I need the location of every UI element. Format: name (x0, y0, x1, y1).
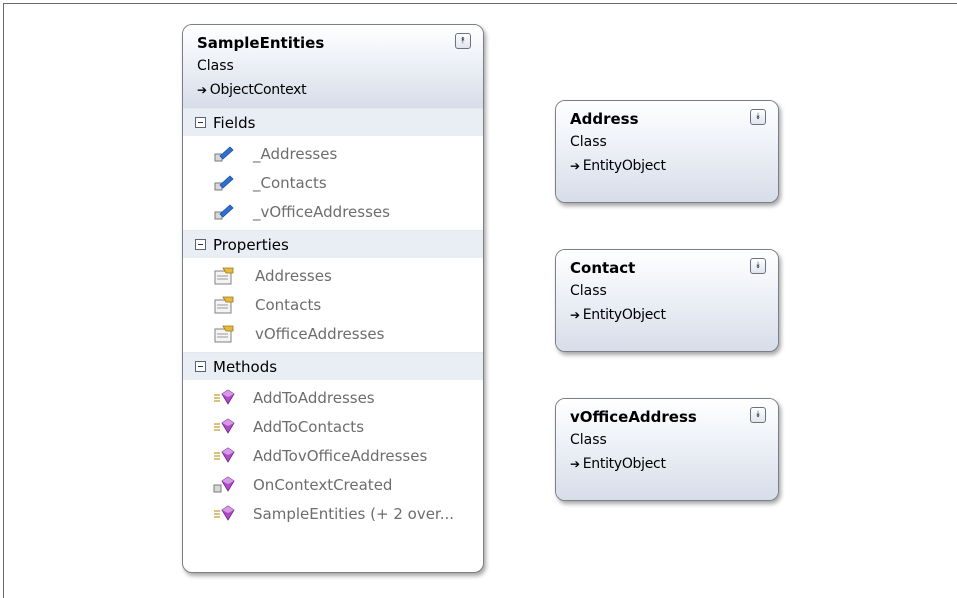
class-kind: Class (570, 134, 607, 150)
member-name: SampleEntities (+ 2 over... (253, 504, 455, 523)
collapse-minus-icon[interactable] (195, 239, 206, 250)
class-sample-entities[interactable]: SampleEntities Class ➔ ObjectContext ⯭ Fi… (182, 24, 484, 573)
inherit-arrow-icon: ➔ (197, 83, 207, 97)
field-icon (214, 174, 234, 190)
list-item[interactable]: AddTovOfficeAddresses (183, 441, 483, 470)
list-item[interactable]: OnContextCreated (183, 470, 483, 499)
list-item[interactable]: Contacts (183, 290, 483, 319)
section-properties-header[interactable]: Properties (183, 230, 483, 258)
class-name: vOfficeAddress (570, 408, 697, 426)
properties-list: Addresses Contacts vOfficeAddresses (183, 258, 483, 352)
collapse-minus-icon[interactable] (195, 361, 206, 372)
class-header[interactable]: Address Class ➔ EntityObject ⯯ (556, 101, 778, 202)
method-icon (214, 447, 235, 463)
member-name: _Contacts (253, 173, 327, 192)
expand-chevron-down-icon[interactable]: ⯯ (750, 407, 766, 423)
member-name: AddTovOfficeAddresses (253, 446, 428, 465)
list-item[interactable]: AddToContacts (183, 412, 483, 441)
member-name: OnContextCreated (253, 475, 393, 494)
property-icon (214, 296, 234, 313)
class-base: ➔ EntityObject (570, 303, 764, 327)
class-base-name: EntityObject (582, 307, 666, 323)
class-kind: Class (197, 58, 234, 74)
member-name: AddToContacts (253, 417, 365, 436)
section-fields-header[interactable]: Fields (183, 108, 483, 136)
section-title: Properties (213, 235, 289, 254)
member-name: Contacts (255, 295, 322, 314)
class-base-name: ObjectContext (209, 82, 307, 98)
class-kind: Class (570, 432, 607, 448)
expand-chevron-down-icon[interactable]: ⯯ (750, 258, 766, 274)
list-item[interactable]: Addresses (183, 261, 483, 290)
class-header[interactable]: vOfficeAddress Class ➔ EntityObject ⯯ (556, 399, 778, 500)
member-name: Addresses (255, 266, 332, 285)
fields-list: _Addresses _Contacts _vOfficeAddresses (183, 136, 483, 230)
class-voffice-address[interactable]: vOfficeAddress Class ➔ EntityObject ⯯ (555, 398, 779, 501)
class-name: SampleEntities (197, 34, 325, 52)
section-title: Methods (213, 357, 278, 376)
method-icon (214, 418, 235, 434)
class-base: ➔ EntityObject (570, 154, 764, 178)
class-header[interactable]: SampleEntities Class ➔ ObjectContext ⯭ (183, 25, 483, 108)
list-item[interactable]: vOfficeAddresses (183, 319, 483, 348)
list-item[interactable]: SampleEntities (+ 2 over... (183, 499, 483, 528)
collapse-minus-icon[interactable] (195, 117, 206, 128)
collapse-chevron-up-icon[interactable]: ⯭ (455, 33, 471, 49)
inherit-arrow-icon: ➔ (570, 159, 580, 173)
member-name: _vOfficeAddresses (253, 202, 390, 221)
methods-list: AddToAddresses AddToContacts AddTovOffic… (183, 380, 483, 532)
field-icon (214, 203, 234, 219)
property-icon (214, 267, 234, 284)
class-base-name: EntityObject (582, 456, 666, 472)
member-name: vOfficeAddresses (255, 324, 385, 343)
class-base: ➔ ObjectContext (197, 78, 469, 102)
class-name: Address (570, 110, 639, 128)
field-icon (214, 145, 234, 161)
list-item[interactable]: _vOfficeAddresses (183, 197, 483, 226)
property-icon (214, 325, 234, 342)
class-kind: Class (570, 283, 607, 299)
inherit-arrow-icon: ➔ (570, 308, 580, 322)
list-item[interactable]: _Addresses (183, 139, 483, 168)
member-name: _Addresses (253, 144, 338, 163)
class-base-name: EntityObject (582, 158, 666, 174)
member-name: AddToAddresses (253, 388, 375, 407)
class-base: ➔ EntityObject (570, 452, 764, 476)
inherit-arrow-icon: ➔ (570, 457, 580, 471)
class-name: Contact (570, 259, 636, 277)
list-item[interactable]: AddToAddresses (183, 383, 483, 412)
expand-chevron-down-icon[interactable]: ⯯ (750, 109, 766, 125)
section-methods-header[interactable]: Methods (183, 352, 483, 380)
list-item[interactable]: _Contacts (183, 168, 483, 197)
method-icon (214, 505, 235, 521)
class-contact[interactable]: Contact Class ➔ EntityObject ⯯ (555, 249, 779, 352)
class-address[interactable]: Address Class ➔ EntityObject ⯯ (555, 100, 779, 203)
protected-method-icon (213, 476, 235, 492)
section-title: Fields (213, 113, 256, 132)
method-icon (214, 389, 235, 405)
class-header[interactable]: Contact Class ➔ EntityObject ⯯ (556, 250, 778, 351)
